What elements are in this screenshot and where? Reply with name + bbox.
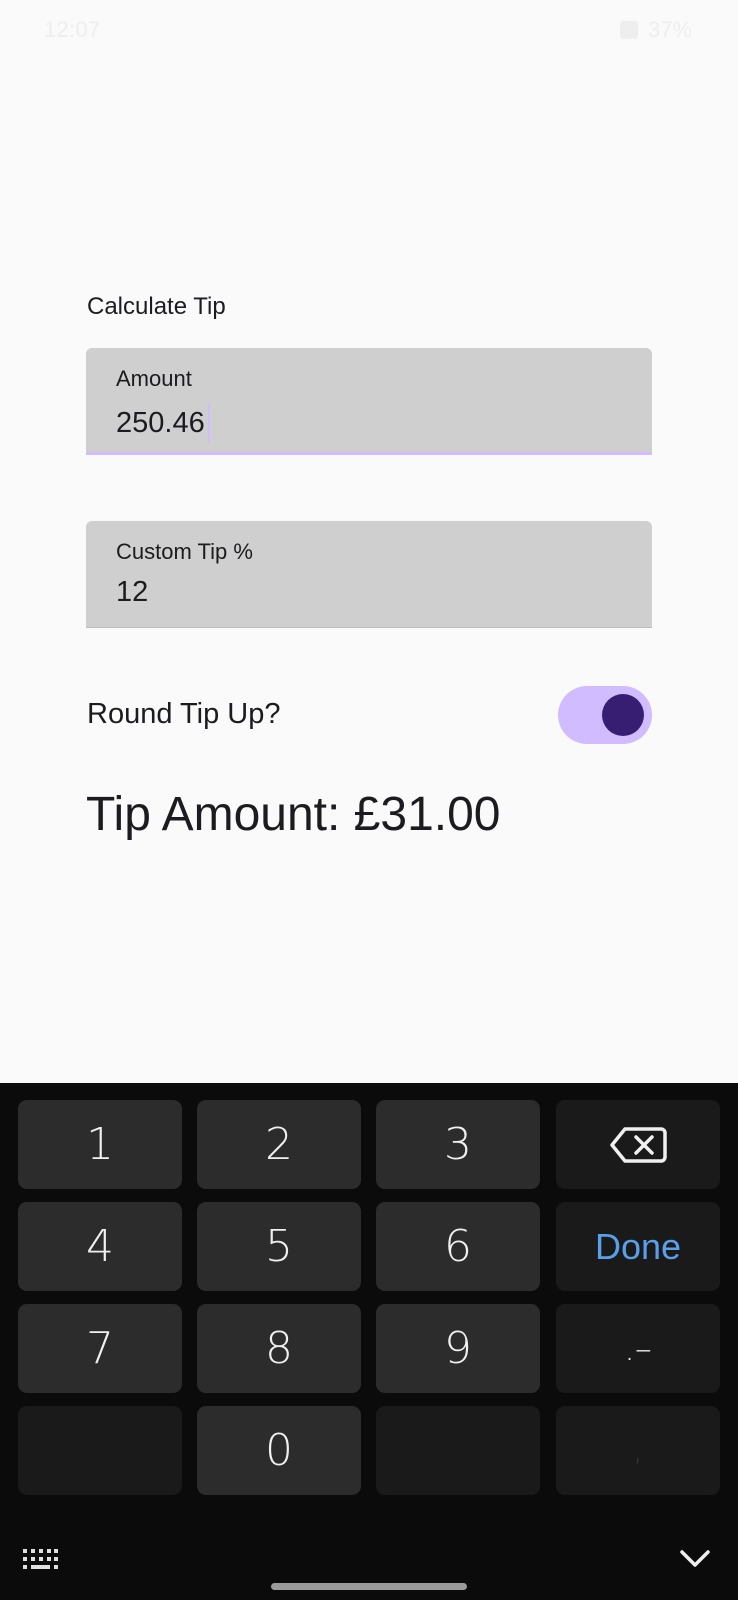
key-6[interactable]: 6 (376, 1202, 540, 1291)
custom-tip-field-label: Custom Tip % (116, 539, 253, 564)
backspace-key[interactable] (556, 1100, 720, 1189)
notification-icon (619, 21, 638, 39)
amount-field[interactable]: Amount 250.46 (86, 348, 652, 455)
chevron-down-icon[interactable] (678, 1543, 712, 1573)
key-4[interactable]: 4 (18, 1202, 182, 1291)
page-title: Calculate Tip (87, 293, 226, 320)
backspace-icon (610, 1126, 667, 1163)
round-tip-label: Round Tip Up? (87, 698, 281, 730)
switch-thumb (602, 694, 644, 736)
empty-key (376, 1406, 540, 1495)
amount-input[interactable]: 250.46 (116, 403, 210, 443)
amount-field-label: Amount (116, 366, 192, 391)
key-3[interactable]: 3 (376, 1100, 540, 1189)
keyboard-grid-icon[interactable] (22, 1548, 58, 1570)
battery-percent: 37% (647, 17, 692, 42)
text-caret (207, 403, 210, 443)
status-bar: 12:07 37% (0, 0, 738, 62)
key-7[interactable]: 7 (18, 1304, 182, 1393)
dot-dash-key[interactable]: .– (556, 1304, 720, 1393)
custom-tip-input[interactable]: 12 (116, 576, 148, 609)
home-indicator[interactable] (271, 1583, 467, 1590)
amount-value: 250.46 (116, 406, 205, 439)
key-5[interactable]: 5 (197, 1202, 361, 1291)
done-key[interactable]: Done (556, 1202, 720, 1291)
key-8[interactable]: 8 (197, 1304, 361, 1393)
custom-tip-value: 12 (116, 576, 149, 608)
empty-key (18, 1406, 182, 1495)
key-1[interactable]: 1 (18, 1100, 182, 1189)
key-2[interactable]: 2 (197, 1100, 361, 1189)
key-0[interactable]: 0 (197, 1406, 361, 1495)
key-9[interactable]: 9 (376, 1304, 540, 1393)
custom-tip-field[interactable]: Custom Tip % 12 (86, 521, 652, 628)
status-time: 12:07 (44, 17, 101, 42)
tip-amount-result: Tip Amount: £31.00 (86, 788, 501, 841)
round-tip-switch[interactable] (558, 686, 652, 744)
status-right: 37% (619, 17, 692, 43)
comma-key[interactable]: , (556, 1406, 720, 1495)
numeric-keyboard: 1 2 3 4 5 6 Done 7 8 9 .– 0 , (0, 1083, 738, 1600)
